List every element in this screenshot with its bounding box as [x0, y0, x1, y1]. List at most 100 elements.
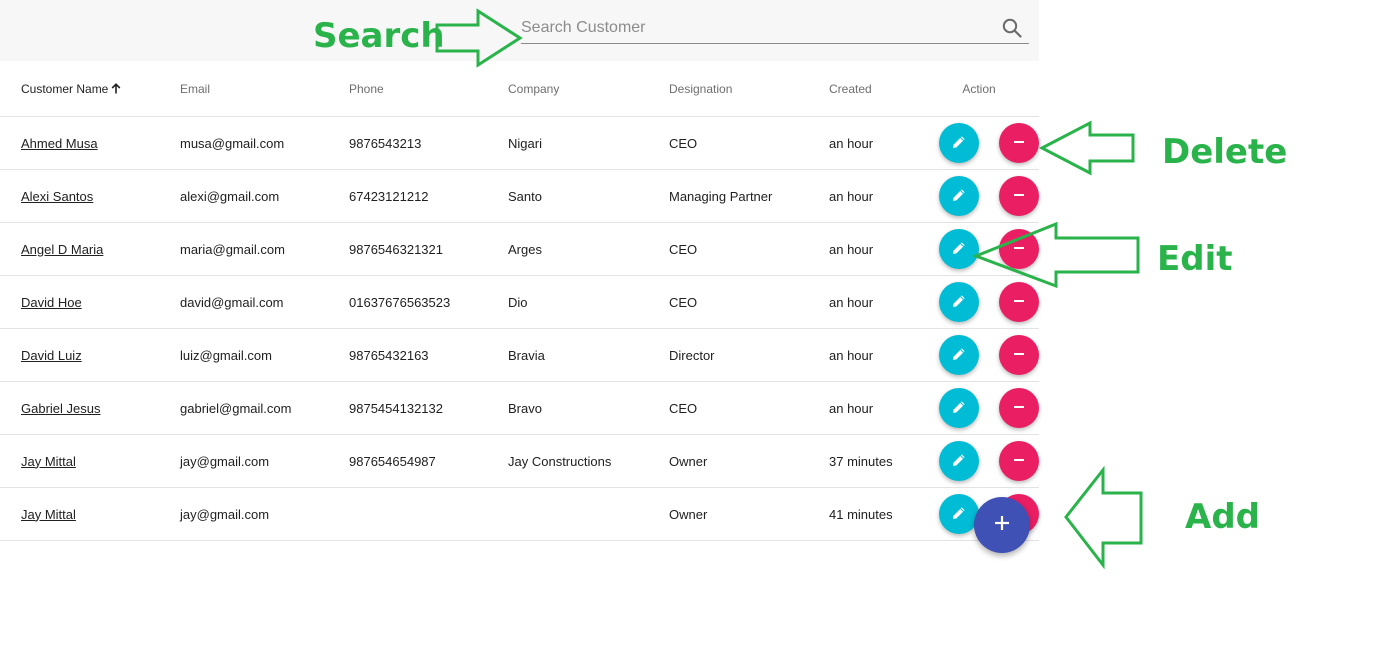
cell-created-text: an hour — [829, 135, 874, 151]
customer-list-app: Customer Name Email Phone Company Design… — [0, 0, 1039, 658]
pencil-icon — [952, 294, 966, 311]
cell-email-text: musa@gmail.com — [180, 135, 285, 151]
sort-ascending-icon — [111, 82, 121, 97]
search-field — [521, 14, 1029, 44]
cell-email-text: luiz@gmail.com — [180, 347, 272, 363]
column-header-company[interactable]: Company — [487, 62, 648, 117]
cell-created-text: an hour — [829, 400, 874, 416]
cell-email: musa@gmail.com — [159, 116, 328, 170]
cell-action — [919, 116, 1039, 170]
cell-designation: CEO — [648, 222, 808, 276]
cell-designation-text: Director — [669, 347, 715, 363]
edit-button[interactable] — [939, 494, 979, 534]
cell-email: alexi@gmail.com — [159, 169, 328, 223]
cell-designation-text: CEO — [669, 135, 698, 151]
cell-email: luiz@gmail.com — [159, 328, 328, 382]
customer-name-link[interactable]: David Luiz — [21, 348, 82, 363]
edit-button[interactable] — [939, 335, 979, 375]
column-header-label: Designation — [669, 82, 733, 96]
column-header-email[interactable]: Email — [159, 62, 328, 117]
cell-email-text: gabriel@gmail.com — [180, 400, 292, 416]
edit-button[interactable] — [939, 388, 979, 428]
cell-company-text: Arges — [508, 241, 542, 257]
cell-designation-text: Owner — [669, 506, 708, 522]
cell-created-text: an hour — [829, 347, 874, 363]
customer-name-link[interactable]: Gabriel Jesus — [21, 401, 100, 416]
cell-designation-text: Owner — [669, 453, 708, 469]
cell-phone-text: 9876543213 — [349, 135, 422, 151]
cell-phone-text: 9875454132132 — [349, 400, 443, 416]
minus-icon — [1013, 295, 1025, 310]
annotation-arrow-search — [435, 8, 523, 68]
table-row: David Hoe david@gmail.com 01637676563523 Di… — [0, 275, 1039, 329]
cell-phone: 9875454132132 — [328, 381, 487, 435]
pencil-icon — [952, 241, 966, 258]
cell-created: an hour — [808, 116, 919, 170]
minus-icon — [1013, 454, 1025, 469]
search-icon[interactable] — [1001, 17, 1023, 39]
cell-created: 41 minutes — [808, 487, 919, 541]
cell-designation-text: Managing Partner — [669, 188, 773, 204]
cell-created: an hour — [808, 275, 919, 329]
annotation-arrow-add — [1064, 466, 1143, 570]
cell-company: Arges — [487, 222, 648, 276]
cell-created-text: an hour — [829, 294, 874, 310]
customer-name-link[interactable]: Jay Mittal — [21, 507, 76, 522]
cell-name: Jay Mittal — [0, 487, 159, 541]
cell-email-text: alexi@gmail.com — [180, 188, 280, 204]
annotation-arrow-delete — [1038, 120, 1135, 176]
cell-designation-text: CEO — [669, 294, 698, 310]
pencil-icon — [952, 506, 966, 523]
cell-created: an hour — [808, 169, 919, 223]
customer-name-link[interactable]: Ahmed Musa — [21, 136, 98, 151]
edit-button[interactable] — [939, 176, 979, 216]
cell-created: an hour — [808, 222, 919, 276]
cell-name: Ahmed Musa — [0, 116, 159, 170]
cell-company: Nigari — [487, 116, 648, 170]
pencil-icon — [952, 135, 966, 152]
cell-email: maria@gmail.com — [159, 222, 328, 276]
cell-designation: CEO — [648, 381, 808, 435]
cell-designation: Owner — [648, 434, 808, 488]
edit-button[interactable] — [939, 123, 979, 163]
delete-button[interactable] — [999, 441, 1039, 481]
customer-name-link[interactable]: Jay Mittal — [21, 454, 76, 469]
search-input[interactable] — [521, 16, 991, 40]
column-header-created[interactable]: Created — [808, 62, 919, 117]
delete-button[interactable] — [999, 176, 1039, 216]
table-row: Angel D Maria maria@gmail.com 987654632132… — [0, 222, 1039, 276]
delete-button[interactable] — [999, 335, 1039, 375]
customer-name-link[interactable]: Angel D Maria — [21, 242, 103, 257]
add-customer-button[interactable] — [974, 497, 1030, 553]
cell-company: Bravo — [487, 381, 648, 435]
cell-action — [919, 381, 1039, 435]
cell-email: jay@gmail.com — [159, 487, 328, 541]
customer-name-link[interactable]: David Hoe — [21, 295, 82, 310]
cell-company-text: Nigari — [508, 135, 542, 151]
cell-designation-text: CEO — [669, 400, 698, 416]
plus-icon — [993, 514, 1011, 537]
cell-phone-text: 67423121212 — [349, 188, 429, 204]
cell-name: Angel D Maria — [0, 222, 159, 276]
delete-button[interactable] — [999, 123, 1039, 163]
column-header-customer-name[interactable]: Customer Name — [0, 62, 159, 117]
delete-button[interactable] — [999, 388, 1039, 428]
cell-name: David Luiz — [0, 328, 159, 382]
edit-button[interactable] — [939, 441, 979, 481]
customer-name-link[interactable]: Alexi Santos — [21, 189, 93, 204]
pencil-icon — [952, 400, 966, 417]
annotation-arrow-edit — [972, 221, 1140, 289]
cell-phone: 67423121212 — [328, 169, 487, 223]
cell-created: an hour — [808, 328, 919, 382]
annotation-delete-label: Delete — [1162, 132, 1288, 172]
table-row: Jay Mittal jay@gmail.com 987654654987 Jay C… — [0, 434, 1039, 488]
annotation-search-label: Search — [313, 16, 445, 56]
cell-designation: Owner — [648, 487, 808, 541]
cell-phone-text: 987654654987 — [349, 453, 436, 469]
cell-company — [487, 487, 648, 541]
cell-company-text: Bravia — [508, 347, 545, 363]
cell-company: Jay Constructions — [487, 434, 648, 488]
column-header-designation[interactable]: Designation — [648, 62, 808, 117]
column-header-phone[interactable]: Phone — [328, 62, 487, 117]
cell-email: gabriel@gmail.com — [159, 381, 328, 435]
